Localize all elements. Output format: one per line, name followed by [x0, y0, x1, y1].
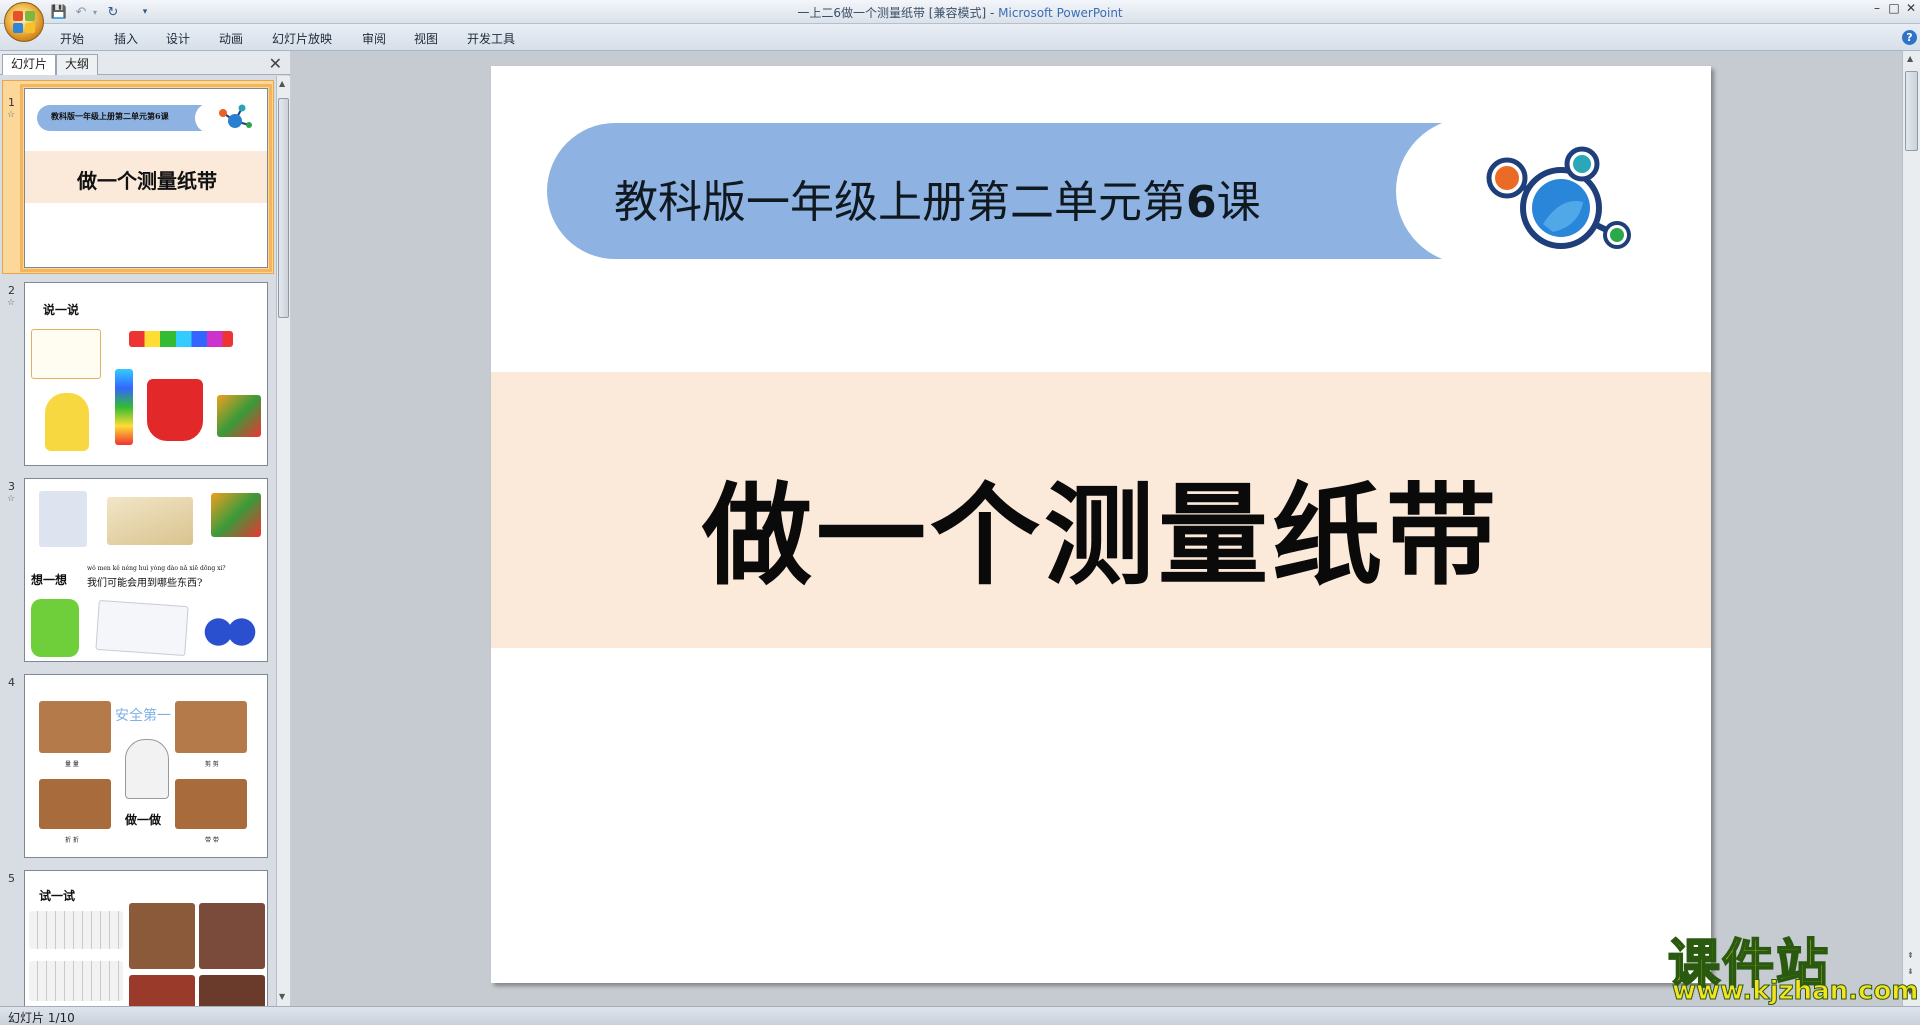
thumb-photo-cut	[175, 701, 247, 753]
maximize-button[interactable]: □	[1885, 0, 1903, 18]
slide-subtitle[interactable]: 教科版一年级上册第二单元第6课	[614, 166, 1261, 230]
thumb-label: 剪 剪	[205, 761, 219, 768]
thumb-pencil-character-image	[31, 599, 79, 657]
slides-panel: 幻灯片 大纲 ✕ 1 ☆ 教科版一年级上册第二单元第6课 做一个测量纸带 2 ☆…	[0, 51, 290, 1006]
thumb-banner-text: 教科版一年级上册第二单元第6课	[51, 111, 169, 121]
thumb-photo-measure	[39, 701, 111, 753]
subtitle-text: 教科版一年级上册第二单元第	[614, 177, 1186, 228]
thumb-photo-strip	[175, 779, 247, 829]
thumb-label: 带 带	[205, 837, 219, 844]
thumb-photo-fold	[39, 779, 111, 829]
close-button[interactable]: ✕	[1902, 0, 1920, 18]
thumb-photo	[129, 903, 195, 969]
thumb-number: 4	[8, 676, 15, 689]
scroll-down-icon[interactable]: ▼	[279, 992, 285, 1001]
thumb-number: 5	[8, 872, 15, 885]
thumb-scissors-image	[201, 597, 259, 647]
app-name: Microsoft PowerPoint	[998, 6, 1123, 20]
help-icon[interactable]: ?	[1902, 30, 1917, 45]
thumb-girl-image	[125, 739, 169, 799]
tab-review[interactable]: 审阅	[362, 30, 386, 47]
slide-editing-area: 教科版一年级上册第二单元第6课 做一个测量纸带	[291, 51, 1902, 1006]
thumb-strip-image	[29, 911, 123, 949]
thumb-minion-image	[45, 393, 89, 451]
tab-slideshow[interactable]: 幻灯片放映	[272, 30, 332, 47]
slide-thumbnail-1[interactable]: 教科版一年级上册第二单元第6课 做一个测量纸带	[20, 84, 272, 272]
animation-star-icon: ☆	[7, 298, 16, 308]
thumb-caption: 安全第一	[115, 708, 171, 724]
scrollbar-thumb[interactable]	[278, 98, 289, 318]
slide-thumbnail-5[interactable]: 试一试	[24, 870, 268, 1006]
ribbon-tabs: 开始 插入 设计 动画 幻灯片放映 审阅 视图 开发工具 ?	[0, 24, 1920, 51]
thumb-glue-image	[39, 491, 87, 547]
thumb-speech-image	[31, 329, 101, 379]
slide-title[interactable]: 做一个测量纸带	[491, 446, 1711, 606]
scrollbar-thumb[interactable]	[1905, 71, 1918, 151]
thumb-strip-image	[29, 961, 123, 1001]
slide-thumbnail-2[interactable]: 说一说	[24, 282, 268, 466]
thumb-number: 2	[8, 284, 15, 297]
thumbnail-list: 1 ☆ 教科版一年级上册第二单元第6课 做一个测量纸带 2 ☆ 说一说 3 ☆ …	[0, 76, 276, 1006]
thumb-network-icon	[219, 104, 252, 128]
tab-developer[interactable]: 开发工具	[467, 30, 515, 47]
thumb-paper-image	[95, 599, 189, 657]
thumb-label: 折 折	[65, 837, 79, 844]
watermark-url: www.kjzhan.com	[1671, 976, 1919, 1007]
thumb-number: 1	[8, 96, 15, 109]
tab-insert[interactable]: 插入	[114, 30, 138, 47]
thumb-cubes-image	[211, 493, 261, 537]
molecule-network-icon	[1486, 146, 1631, 249]
document-title: 一上二6做一个测量纸带 [兼容模式] -	[797, 6, 999, 20]
thumb-color-strip-image	[129, 331, 233, 347]
thumb-pinyin: wǒ men kě néng huì yòng dào nǎ xiē dōng …	[87, 565, 226, 572]
site-watermark: 课件站 www.kjzhan.com	[1667, 922, 1919, 1007]
animation-star-icon: ☆	[7, 110, 16, 120]
scroll-up-icon[interactable]: ▲	[1907, 54, 1913, 63]
office-button[interactable]	[4, 2, 44, 42]
thumb-number: 3	[8, 480, 15, 493]
animation-star-icon: ☆	[7, 494, 16, 504]
thumb-cubes-image	[217, 395, 261, 437]
slide-count: 幻灯片 1/10	[8, 1011, 75, 1025]
minimize-button[interactable]: –	[1868, 0, 1886, 18]
thumbnail-scrollbar[interactable]: ▲ ▼	[276, 76, 290, 1006]
thumb-heading: 想一想	[31, 573, 68, 587]
tab-design[interactable]: 设计	[166, 30, 190, 47]
close-panel-icon[interactable]: ✕	[269, 54, 282, 73]
slide-thumbnail-4[interactable]: 安全第一 量 量 剪 剪 做一做 折 折 带 带	[24, 674, 268, 858]
scroll-up-icon[interactable]: ▲	[279, 79, 285, 88]
thumb-title: 做一个测量纸带	[77, 169, 217, 193]
thumb-label: 量 量	[65, 761, 79, 768]
thumb-heading: 试一试	[39, 889, 76, 903]
office-logo-icon	[13, 11, 35, 33]
thumb-heading: 做一做	[125, 813, 162, 827]
tab-slides[interactable]: 幻灯片	[2, 54, 57, 75]
slide-thumbnail-3[interactable]: 想一想 wǒ men kě néng huì yòng dào nǎ xiē d…	[24, 478, 268, 662]
tab-home[interactable]: 开始	[60, 30, 84, 47]
thumb-photo	[129, 975, 195, 1006]
tab-animations[interactable]: 动画	[219, 30, 243, 47]
title-bar: 💾 ↶ ▾ ↻ ▾ 一上二6做一个测量纸带 [兼容模式] - Microsoft…	[0, 0, 1920, 42]
subtitle-suffix: 课	[1216, 177, 1261, 228]
tab-view[interactable]: 视图	[414, 30, 438, 47]
panel-tabs: 幻灯片 大纲 ✕	[0, 51, 290, 75]
subtitle-number: 6	[1186, 177, 1217, 228]
next-slide-icon[interactable]: ⇟	[1907, 967, 1914, 976]
status-bar: 幻灯片 1/10	[0, 1006, 1920, 1025]
previous-slide-icon[interactable]: ⇞	[1907, 951, 1914, 960]
thumb-blocks-image	[115, 369, 133, 445]
thumb-ruler-image	[107, 497, 193, 545]
thumb-photo	[199, 903, 265, 969]
thumb-question: 我们可能会用到哪些东西?	[87, 578, 203, 589]
slide-scrollbar[interactable]: ▲ ⇞ ⇟ ▼	[1902, 51, 1920, 1006]
current-slide[interactable]: 教科版一年级上册第二单元第6课 做一个测量纸带	[491, 66, 1711, 983]
window-title: 一上二6做一个测量纸带 [兼容模式] - Microsoft PowerPoin…	[0, 4, 1920, 21]
thumb-bucket-image	[147, 379, 203, 441]
tab-outline[interactable]: 大纲	[56, 54, 99, 75]
thumb-photo	[199, 975, 265, 1006]
thumb-heading: 说一说	[43, 303, 80, 317]
